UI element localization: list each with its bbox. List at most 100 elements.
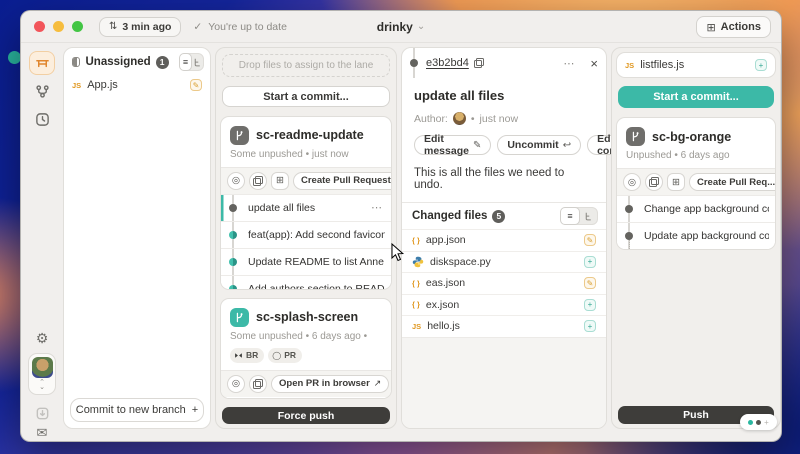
js-file-icon: JS: [625, 61, 634, 70]
branch-name: sc-splash-screen: [256, 310, 358, 324]
commit-row[interactable]: feat(app): Add second favicon to ...: [221, 221, 391, 248]
changed-file-row[interactable]: JS hello.js +: [402, 315, 606, 337]
edit-message-button[interactable]: Edit message ✎: [414, 135, 491, 155]
branch-badge-icon: [230, 308, 249, 327]
branch-review-pill[interactable]: BR: [230, 348, 264, 363]
unassigned-title: Unassigned: [85, 56, 150, 68]
changed-file-row[interactable]: { } app.json ✎: [402, 229, 606, 251]
commit-graph-stub: [221, 397, 391, 399]
commit-time: just now: [480, 113, 519, 125]
assigned-file-row[interactable]: JS listfiles.js +: [617, 53, 775, 77]
commit-action-buttons: Edit message ✎ Uncommit ↩ Edit commit: [402, 125, 606, 155]
settings-gear-icon[interactable]: ⚙: [29, 326, 55, 350]
branches-icon[interactable]: [29, 79, 55, 103]
branch-card-sc-readme-update: sc-readme-update Some unpushed • just no…: [220, 116, 392, 290]
commit-dot: [229, 231, 237, 239]
create-pull-request-button[interactable]: Create Pull Req... ◯: [689, 173, 776, 191]
files-view-toggle[interactable]: ≡: [560, 207, 598, 225]
actions-button[interactable]: ⊞ Actions: [696, 16, 771, 38]
copy-icon[interactable]: [249, 172, 267, 190]
commit-sha-link[interactable]: e3b2bd4: [426, 57, 469, 69]
app-window: ⇅ 3 min ago ✓ You're up to date drinky ⌄…: [20, 10, 782, 442]
commit-to-new-branch-button[interactable]: Commit to new branch +: [70, 398, 204, 422]
uncommit-button[interactable]: Uncommit ↩: [497, 135, 581, 155]
actions-icon: ⊞: [706, 21, 715, 34]
unassigned-panel: Unassigned 1 ≡ JS App.js ✎ Commit to new…: [63, 47, 211, 429]
pull-request-pill[interactable]: ◯ PR: [268, 348, 302, 363]
close-window-button[interactable]: [34, 21, 45, 32]
feedback-mail-icon[interactable]: ✉: [29, 421, 55, 442]
lane-pagination-indicator[interactable]: +: [740, 414, 777, 430]
page-dot: [756, 420, 761, 425]
assign-target-icon[interactable]: ◎: [227, 172, 245, 190]
comment-add-icon[interactable]: ⊞: [271, 172, 289, 190]
project-title: drinky: [377, 20, 413, 34]
js-file-icon: JS: [412, 322, 421, 331]
changed-file-row[interactable]: diskspace.py +: [402, 251, 606, 273]
check-icon: ✓: [193, 21, 202, 33]
commit-row[interactable]: update all files ⋯: [221, 194, 391, 221]
close-icon[interactable]: ×: [590, 56, 598, 71]
unassigned-header: Unassigned 1 ≡: [64, 48, 210, 74]
changed-files-count-badge: 5: [492, 210, 505, 223]
assign-target-icon[interactable]: ◎: [623, 173, 641, 191]
commit-row[interactable]: Update README to list Anne as pr...: [221, 248, 391, 275]
branch-header[interactable]: sc-splash-screen Some unpushed • 6 days …: [221, 299, 391, 370]
actions-label: Actions: [721, 21, 761, 33]
commit-menu-ellipsis[interactable]: ⋯: [563, 57, 577, 70]
copy-icon[interactable]: [249, 375, 267, 393]
lane-sc-readme-update: Drop files to assign to the lane Start a…: [215, 47, 397, 429]
commit-row[interactable]: Update app background color t...: [617, 222, 775, 249]
drop-files-zone[interactable]: Drop files to assign to the lane: [222, 54, 390, 77]
sync-status-button[interactable]: ⇅ 3 min ago: [99, 17, 181, 37]
commit-row[interactable]: Add authors section to README file: [221, 275, 391, 290]
assigned-file-card: JS listfiles.js +: [616, 52, 776, 78]
assign-target-icon[interactable]: ◎: [227, 375, 245, 393]
minimize-window-button[interactable]: [53, 21, 64, 32]
commit-title: update all files: [402, 78, 606, 103]
history-icon[interactable]: [29, 107, 55, 131]
list-view-icon[interactable]: ≡: [560, 207, 580, 225]
open-pr-in-browser-button[interactable]: Open PR in browser ↗: [271, 375, 389, 393]
commit-menu-ellipsis[interactable]: ⋯: [371, 201, 385, 214]
workspace-icon[interactable]: [29, 51, 55, 75]
left-icon-rail: ⚙ ⌃⌄ ✉: [21, 43, 63, 441]
modified-status-icon: ✎: [584, 277, 596, 289]
branch-card-sc-splash-screen: sc-splash-screen Some unpushed • 6 days …: [220, 298, 392, 399]
tree-view-icon[interactable]: [191, 54, 203, 70]
tree-view-icon[interactable]: [579, 208, 597, 224]
comment-add-icon[interactable]: ⊞: [667, 173, 685, 191]
copy-icon[interactable]: [645, 173, 663, 191]
commit-row[interactable]: Change app background color t...: [617, 195, 775, 222]
start-commit-button[interactable]: Start a commit...: [618, 86, 774, 108]
branch-header[interactable]: sc-bg-orange Unpushed • 6 days ago: [617, 118, 775, 168]
user-avatar: [32, 357, 53, 378]
commit-to-new-branch-label: Commit to new branch: [76, 404, 186, 416]
create-pull-request-button[interactable]: Create Pull Request ◯: [293, 172, 392, 190]
account-switcher[interactable]: ⌃⌄: [28, 353, 56, 395]
changed-file-row[interactable]: { } eas.json ✎: [402, 272, 606, 294]
commit-dot: [229, 204, 237, 212]
changed-file-row[interactable]: { } ex.json +: [402, 294, 606, 316]
dot-separator: •: [471, 113, 475, 125]
project-title-dropdown[interactable]: drinky ⌄: [377, 20, 425, 34]
copy-sha-icon[interactable]: [474, 58, 484, 68]
branch-pills: BR ◯ PR: [230, 348, 382, 363]
force-push-button[interactable]: Force push: [222, 407, 390, 424]
json-file-icon: { }: [412, 300, 420, 309]
zoom-window-button[interactable]: [72, 21, 83, 32]
branch-card-sc-bg-orange: sc-bg-orange Unpushed • 6 days ago ◎ ⊞ C…: [616, 117, 776, 250]
view-mode-toggle[interactable]: ≡: [179, 53, 204, 71]
list-view-icon[interactable]: ≡: [179, 53, 193, 71]
mouse-cursor: [391, 243, 405, 263]
branch-header[interactable]: sc-readme-update Some unpushed • just no…: [221, 117, 391, 167]
branch-meta: Unpushed • 6 days ago: [626, 150, 766, 161]
branch-badge-icon: [230, 126, 249, 145]
start-commit-button[interactable]: Start a commit...: [222, 86, 390, 107]
unassigned-file-row[interactable]: JS App.js ✎: [64, 74, 210, 96]
plus-icon: +: [764, 418, 769, 427]
file-name: App.js: [87, 79, 118, 91]
sync-time-label: 3 min ago: [122, 21, 171, 33]
undo-icon: ↩: [563, 140, 571, 151]
lane-sc-bg-orange: JS listfiles.js + Start a commit... sc-b…: [611, 47, 781, 429]
